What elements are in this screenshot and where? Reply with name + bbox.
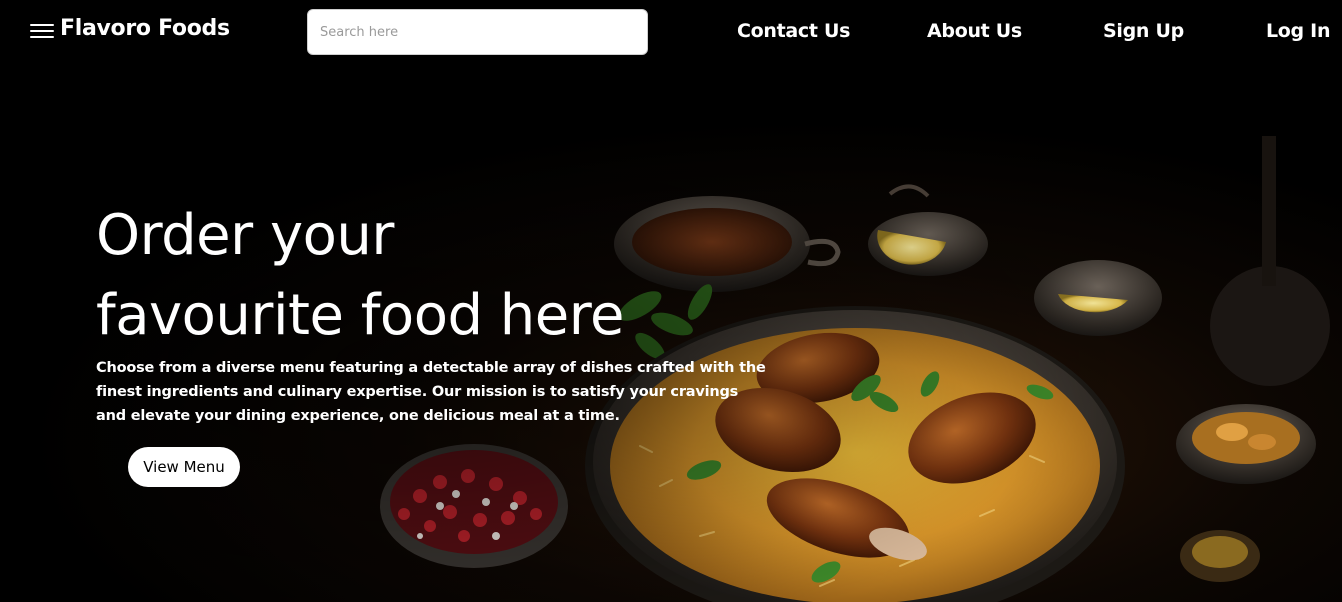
hero-headline-line-1: Order your	[96, 203, 394, 268]
hero-description: Choose from a diverse menu featuring a d…	[96, 360, 766, 424]
nav-link-contact-us[interactable]: Contact Us	[737, 20, 850, 42]
nav-link-sign-up[interactable]: Sign Up	[1103, 20, 1184, 42]
landing-page: Flavoro Foods Contact Us About Us Sign U…	[0, 0, 1342, 602]
hamburger-menu-icon[interactable]	[30, 24, 54, 40]
hero-headline: Order your favourite food here	[96, 196, 776, 356]
navbar: Flavoro Foods Contact Us About Us Sign U…	[0, 0, 1342, 66]
search-input[interactable]	[307, 9, 648, 55]
brand-logo[interactable]: Flavoro Foods	[60, 16, 230, 41]
nav-link-log-in[interactable]: Log In	[1266, 20, 1330, 42]
nav-link-about-us[interactable]: About Us	[927, 20, 1022, 42]
view-menu-button[interactable]: View Menu	[128, 447, 240, 487]
hero-section: Order your favourite food here Choose fr…	[96, 196, 776, 424]
hero-headline-line-2: favourite food here	[96, 283, 625, 348]
